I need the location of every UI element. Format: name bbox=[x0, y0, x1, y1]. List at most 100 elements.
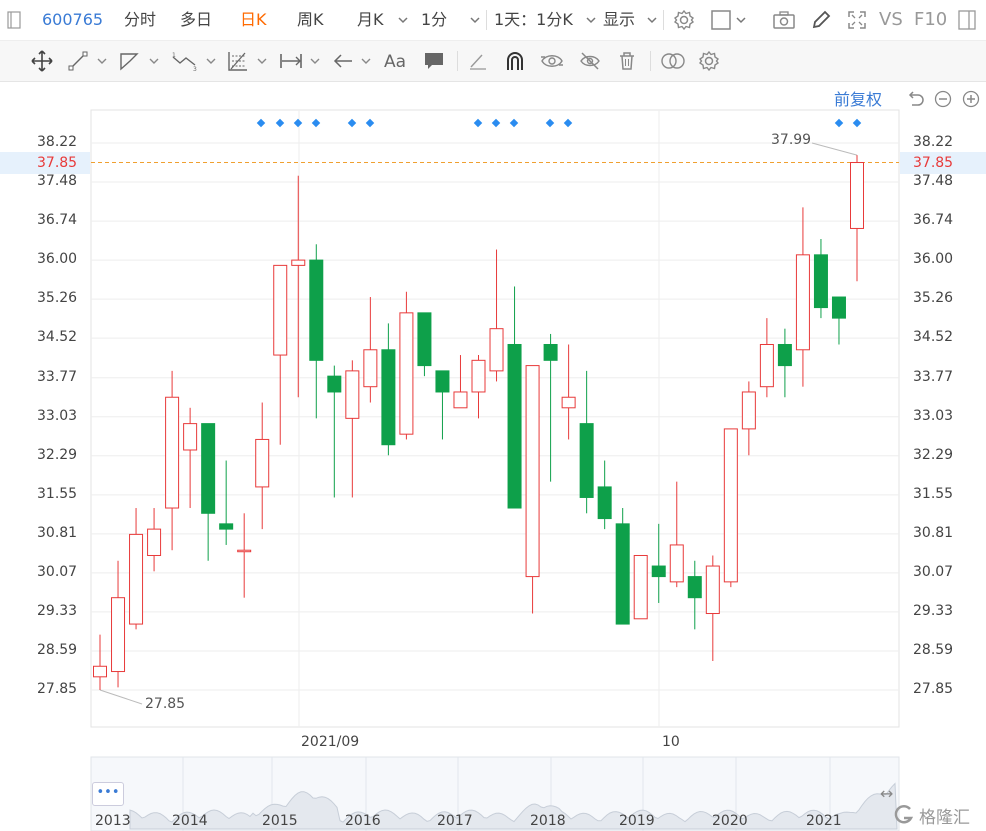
candle-body bbox=[381, 349, 396, 446]
current-price-tag-right: 37.85 bbox=[900, 152, 986, 174]
candle-up bbox=[111, 560, 126, 688]
event-marker[interactable] bbox=[509, 118, 519, 128]
chevron-down-icon[interactable] bbox=[469, 13, 481, 27]
pencil-icon[interactable] bbox=[810, 0, 832, 40]
chevron-down-icon[interactable] bbox=[205, 54, 217, 68]
event-marker[interactable] bbox=[293, 118, 303, 128]
tab-yuek[interactable]: 月K bbox=[357, 0, 384, 40]
chevron-down-icon[interactable] bbox=[735, 13, 747, 27]
y-tick-label: 35.26 bbox=[37, 290, 78, 307]
candle-down bbox=[327, 365, 342, 498]
trash-icon[interactable] bbox=[616, 41, 638, 81]
tab-rik[interactable]: 日K bbox=[240, 0, 267, 40]
candle-down bbox=[777, 328, 792, 398]
chevron-down-icon[interactable] bbox=[646, 13, 658, 27]
magnet-icon[interactable] bbox=[503, 41, 527, 81]
event-marker[interactable] bbox=[545, 118, 555, 128]
event-marker[interactable] bbox=[852, 118, 862, 128]
chevron-down-icon[interactable] bbox=[256, 54, 268, 68]
navigator-resize-handle[interactable]: ↔ bbox=[880, 784, 893, 803]
candle-down bbox=[417, 312, 432, 377]
tab-zhouk[interactable]: 周K bbox=[297, 0, 324, 40]
svg-text:1: 1 bbox=[172, 52, 176, 59]
vs-button[interactable]: VS bbox=[879, 0, 903, 40]
zoom-out-icon[interactable] bbox=[933, 79, 953, 119]
y-tick-label: 32.29 bbox=[913, 446, 954, 463]
candle-body bbox=[615, 523, 630, 625]
undo-icon[interactable] bbox=[906, 79, 926, 119]
event-marker[interactable] bbox=[491, 118, 501, 128]
y-tick-label: 27.85 bbox=[913, 681, 954, 697]
polygon-tool-icon[interactable] bbox=[118, 41, 140, 81]
f10-button[interactable]: F10 bbox=[914, 0, 947, 40]
gear-icon[interactable] bbox=[672, 0, 696, 40]
wave-tool-icon[interactable]: 13 bbox=[171, 41, 199, 81]
candle-body bbox=[687, 576, 702, 599]
sidebar-toggle-icon[interactable] bbox=[6, 0, 22, 40]
color-square-icon[interactable] bbox=[710, 0, 732, 40]
chevron-down-icon[interactable] bbox=[397, 13, 409, 27]
y-tick-label: 29.33 bbox=[913, 602, 954, 619]
candle-body bbox=[543, 343, 558, 361]
candle-body bbox=[669, 544, 684, 583]
fibonacci-tool-icon[interactable] bbox=[226, 41, 250, 81]
candle-up bbox=[741, 381, 756, 456]
event-marker[interactable] bbox=[347, 118, 357, 128]
candle-down bbox=[309, 244, 324, 419]
chevron-down-icon[interactable] bbox=[148, 54, 160, 68]
fullscreen-icon[interactable] bbox=[846, 0, 868, 40]
eraser-line-icon[interactable] bbox=[467, 41, 489, 81]
top-bar: 600765 分时 多日 日K 周K 月K 1分 1天：1分K 显示 VS F1… bbox=[0, 0, 986, 41]
text-tool-icon[interactable]: Aa bbox=[383, 41, 411, 81]
lock-drawing-icon[interactable] bbox=[540, 41, 564, 81]
panel-toggle-icon[interactable] bbox=[956, 0, 978, 40]
tab-fenshi[interactable]: 分时 bbox=[124, 0, 156, 40]
camera-icon[interactable] bbox=[772, 0, 796, 40]
toolbar-gear-icon[interactable] bbox=[697, 41, 721, 81]
y-tick-label: 35.26 bbox=[913, 290, 954, 307]
candle-up bbox=[165, 370, 180, 551]
comment-tool-icon[interactable] bbox=[423, 41, 445, 81]
chevron-down-icon[interactable] bbox=[309, 54, 321, 68]
move-icon[interactable] bbox=[30, 41, 54, 81]
event-marker[interactable] bbox=[275, 118, 285, 128]
candle-up bbox=[147, 508, 162, 572]
candle-up bbox=[399, 291, 414, 440]
candle-body bbox=[525, 365, 540, 578]
navigator-more-button[interactable]: ••• bbox=[92, 782, 124, 806]
interval-select[interactable]: 1分 bbox=[421, 0, 447, 40]
candle-down bbox=[381, 323, 396, 456]
y-tick-label: 31.55 bbox=[37, 485, 78, 502]
svg-text:3: 3 bbox=[193, 66, 197, 71]
navigator-year-label: 2016 bbox=[345, 813, 381, 829]
candle-body bbox=[759, 343, 774, 388]
display-menu[interactable]: 显示 bbox=[603, 0, 635, 40]
candle-up bbox=[850, 155, 864, 282]
y-tick-label: 28.59 bbox=[37, 641, 78, 658]
line-tool-icon[interactable] bbox=[67, 41, 89, 81]
event-marker[interactable] bbox=[256, 118, 266, 128]
chevron-down-icon[interactable] bbox=[96, 54, 108, 68]
multi-period-select[interactable]: 1天：1分K bbox=[494, 0, 573, 40]
y-tick-label: 34.52 bbox=[37, 329, 78, 346]
event-marker[interactable] bbox=[311, 118, 321, 128]
candle-body bbox=[723, 428, 738, 583]
measure-tool-icon[interactable] bbox=[279, 41, 303, 81]
arrow-tool-icon[interactable] bbox=[332, 41, 354, 81]
tab-duori[interactable]: 多日 bbox=[180, 0, 212, 40]
chevron-down-icon[interactable] bbox=[360, 54, 372, 68]
adjust-mode-button[interactable]: 前复权 bbox=[834, 86, 882, 110]
candle-body bbox=[201, 423, 216, 514]
zoom-in-icon[interactable] bbox=[961, 79, 981, 119]
event-marker[interactable] bbox=[563, 118, 573, 128]
event-marker[interactable] bbox=[834, 118, 844, 128]
y-tick-label: 34.52 bbox=[913, 329, 954, 346]
hide-drawing-icon[interactable] bbox=[578, 41, 602, 81]
chevron-down-icon[interactable] bbox=[585, 13, 597, 27]
compare-icon[interactable] bbox=[659, 41, 687, 81]
candle-body bbox=[147, 528, 162, 556]
chart-grid bbox=[90, 109, 900, 728]
navigator-year-label: 2014 bbox=[172, 813, 208, 829]
event-marker[interactable] bbox=[473, 118, 483, 128]
event-marker[interactable] bbox=[365, 118, 375, 128]
